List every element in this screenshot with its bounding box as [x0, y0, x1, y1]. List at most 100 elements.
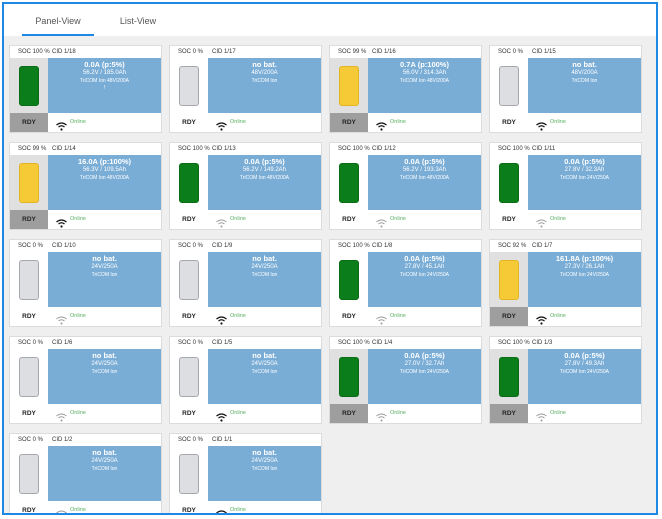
charger-card[interactable]: SOC 0 % CID 1/15 no bat. 48V/200A TriCOM Ion…: [490, 46, 641, 132]
current-status: 0.0A (p:5%): [404, 254, 445, 263]
tab-panel-view[interactable]: Panel-View: [22, 12, 94, 36]
current-status: no bat.: [92, 351, 117, 360]
charger-info-panel: 0.0A (p:5%) 56.2V / 185.0Ah TriCOM Ion 48V…: [48, 58, 161, 113]
card-header: SOC 92 % CID 1/7: [490, 240, 641, 252]
charger-info-panel: 0.0A (p:5%) 27.0V / 32.7Ah TriCOM Ion 24V/…: [368, 349, 481, 404]
voltage-capacity: 27.8V / 32.3Ah: [564, 167, 605, 173]
card-header: SOC 100 % CID 1/4: [330, 337, 481, 349]
soc-value: SOC 100 %: [498, 340, 530, 346]
charger-card[interactable]: SOC 100 % CID 1/3 0.0A (p:5%) 27.8V / 49.3A…: [490, 337, 641, 423]
battery-area: [10, 155, 48, 210]
card-footer: RDY Online: [330, 307, 481, 326]
current-status: 0.0A (p:5%): [404, 157, 445, 166]
charger-card[interactable]: SOC 0 % CID 1/1 no bat. 24V/250A TriCOM Ion R…: [170, 434, 321, 513]
soc-value: SOC 100 %: [338, 146, 370, 152]
soc-value: SOC 0 %: [178, 243, 204, 249]
wifi-icon: [216, 506, 227, 513]
card-footer: RDY Online: [170, 113, 321, 132]
ready-status: RDY: [22, 313, 36, 320]
charger-card[interactable]: SOC 100 % CID 1/8 0.0A (p:5%) 27.8V / 45.1A…: [330, 240, 481, 326]
card-header: SOC 0 % CID 1/1: [170, 434, 321, 446]
charger-info-panel: no bat. 24V/250A TriCOM Ion: [48, 349, 161, 404]
charger-model: TriCOM Ion 48V/200A: [79, 78, 129, 84]
ready-status: RDY: [10, 113, 48, 132]
battery-area: [10, 58, 48, 113]
soc-value: SOC 0 %: [178, 437, 204, 443]
charger-card[interactable]: SOC 100 % CID 1/13 0.0A (p:5%) 56.2V / 149.…: [170, 143, 321, 229]
online-status: Online: [390, 313, 406, 319]
card-header: SOC 100 % CID 1/11: [490, 143, 641, 155]
tab-list-view[interactable]: List-View: [108, 12, 168, 36]
soc-value: SOC 100 %: [18, 49, 50, 55]
battery-area: [330, 252, 368, 307]
charger-card[interactable]: SOC 100 % CID 1/4 0.0A (p:5%) 27.0V / 32.7A…: [330, 337, 481, 423]
charger-model: TriCOM Ion: [91, 466, 118, 472]
charger-card[interactable]: SOC 0 % CID 1/6 no bat. 24V/250A TriCOM Ion R…: [10, 337, 161, 423]
charger-card[interactable]: SOC 0 % CID 1/10 no bat. 24V/250A TriCOM Ion…: [10, 240, 161, 326]
card-footer: RDY Online: [490, 210, 641, 229]
charger-card[interactable]: SOC 99 % CID 1/16 0.7A (p:100%) 56.0V / 314…: [330, 46, 481, 132]
charger-model: TriCOM Ion 24V/250A: [399, 369, 449, 375]
card-footer: RDY Online: [170, 404, 321, 423]
wifi-icon: [536, 118, 547, 131]
card-header: SOC 100 % CID 1/12: [330, 143, 481, 155]
wifi-icon: [376, 409, 387, 422]
soc-value: SOC 99 %: [18, 146, 47, 152]
charger-card[interactable]: SOC 100 % CID 1/11 0.0A (p:5%) 27.8V / 32.3…: [490, 143, 641, 229]
charger-card[interactable]: SOC 92 % CID 1/7 161.8A (p:100%) 27.3V / 26…: [490, 240, 641, 326]
charger-info-panel: 0.0A (p:5%) 27.8V / 49.3Ah TriCOM Ion 24V/…: [528, 349, 641, 404]
soc-value: SOC 100 %: [178, 146, 210, 152]
charger-card[interactable]: SOC 0 % CID 1/9 no bat. 24V/250A TriCOM Ion R…: [170, 240, 321, 326]
voltage-capacity: 24V/250A: [251, 361, 278, 367]
charger-card[interactable]: SOC 0 % CID 1/5 no bat. 24V/250A TriCOM Ion R…: [170, 337, 321, 423]
wifi-icon: [376, 312, 387, 325]
charger-model: TriCOM Ion 24V/250A: [559, 175, 609, 181]
soc-value: SOC 0 %: [498, 49, 524, 55]
battery-icon: [339, 260, 359, 300]
card-footer: RDY Online: [170, 210, 321, 229]
current-status: 0.7A (p:100%): [400, 60, 449, 69]
charger-card[interactable]: SOC 100 % CID 1/18 0.0A (p:5%) 56.2V / 185.…: [10, 46, 161, 132]
charger-card[interactable]: SOC 100 % CID 1/12 0.0A (p:5%) 56.2V / 193.…: [330, 143, 481, 229]
soc-value: SOC 100 %: [338, 340, 370, 346]
voltage-capacity: 24V/250A: [251, 458, 278, 464]
card-footer: RDY Online: [330, 404, 481, 423]
charger-card[interactable]: SOC 0 % CID 1/2 no bat. 24V/250A TriCOM Ion R…: [10, 434, 161, 514]
ready-status: RDY: [22, 507, 36, 514]
current-status: 0.0A (p:5%): [564, 351, 605, 360]
battery-icon: [179, 260, 199, 300]
battery-icon: [339, 163, 359, 203]
card-header: SOC 99 % CID 1/16: [330, 46, 481, 58]
charger-model: TriCOM Ion: [91, 272, 118, 278]
cid-value: CID 1/18: [52, 49, 76, 55]
online-status: Online: [230, 216, 246, 222]
battery-area: [490, 349, 528, 404]
current-status: no bat.: [252, 60, 277, 69]
voltage-capacity: 24V/250A: [91, 264, 118, 270]
card-footer: RDY Online: [10, 501, 161, 514]
battery-icon: [499, 163, 519, 203]
charger-info-panel: no bat. 24V/250A TriCOM Ion: [208, 252, 321, 307]
wifi-icon: [216, 215, 227, 228]
cid-value: CID 1/2: [52, 437, 73, 443]
wifi-icon: [56, 506, 67, 513]
card-header: SOC 100 % CID 1/18: [10, 46, 161, 58]
cid-value: CID 1/4: [372, 340, 393, 346]
card-footer: RDY Online: [10, 113, 161, 132]
view-tabs: Panel-View List-View: [4, 4, 656, 36]
battery-icon: [179, 357, 199, 397]
charger-model: TriCOM Ion: [251, 272, 278, 278]
ready-status: RDY: [182, 410, 196, 417]
battery-area: [330, 349, 368, 404]
card-header: SOC 0 % CID 1/10: [10, 240, 161, 252]
current-status: 0.0A (p:5%): [404, 351, 445, 360]
battery-area: [10, 252, 48, 307]
charger-card[interactable]: SOC 0 % CID 1/17 no bat. 48V/200A TriCOM Ion…: [170, 46, 321, 132]
soc-value: SOC 0 %: [18, 437, 44, 443]
soc-value: SOC 0 %: [18, 340, 44, 346]
charger-model: TriCOM Ion 24V/250A: [559, 369, 609, 375]
battery-area: [330, 58, 368, 113]
charger-info-panel: no bat. 24V/250A TriCOM Ion: [48, 446, 161, 501]
battery-area: [330, 155, 368, 210]
charger-card[interactable]: SOC 99 % CID 1/14 16.0A (p:100%) 56.3V / 10…: [10, 143, 161, 229]
